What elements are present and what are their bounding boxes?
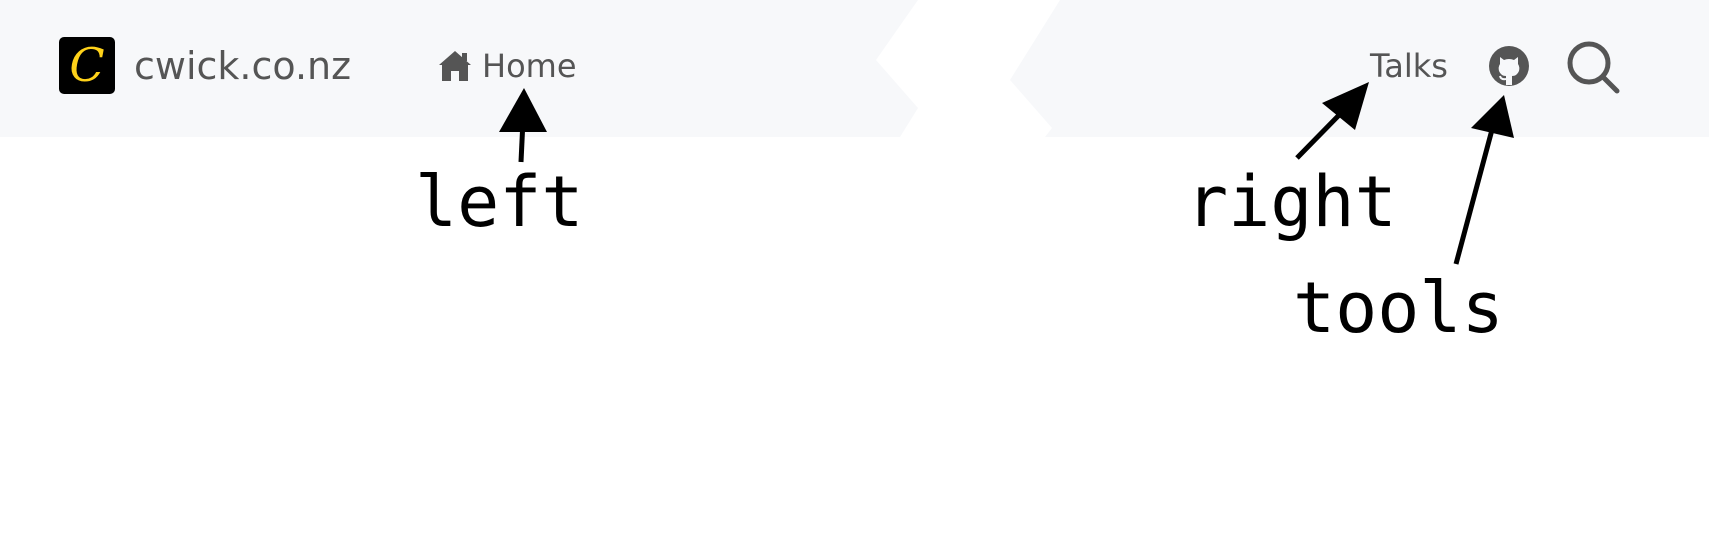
nav-home-label: Home [482,47,577,85]
annotation-left: left [415,161,584,243]
arrow-tools-shaft [1453,125,1496,265]
annotation-right: right [1186,161,1397,243]
site-title[interactable]: cwick.co.nz [134,40,351,92]
site-logo[interactable]: C [59,37,115,94]
logo-c-icon: C [69,37,105,92]
nav-home-link[interactable]: Home [438,44,577,88]
github-icon[interactable] [1488,45,1530,87]
nav-talks-link[interactable]: Talks [1370,44,1448,88]
search-icon[interactable] [1566,40,1622,96]
home-icon [439,51,471,81]
annotation-tools: tools [1293,267,1504,349]
